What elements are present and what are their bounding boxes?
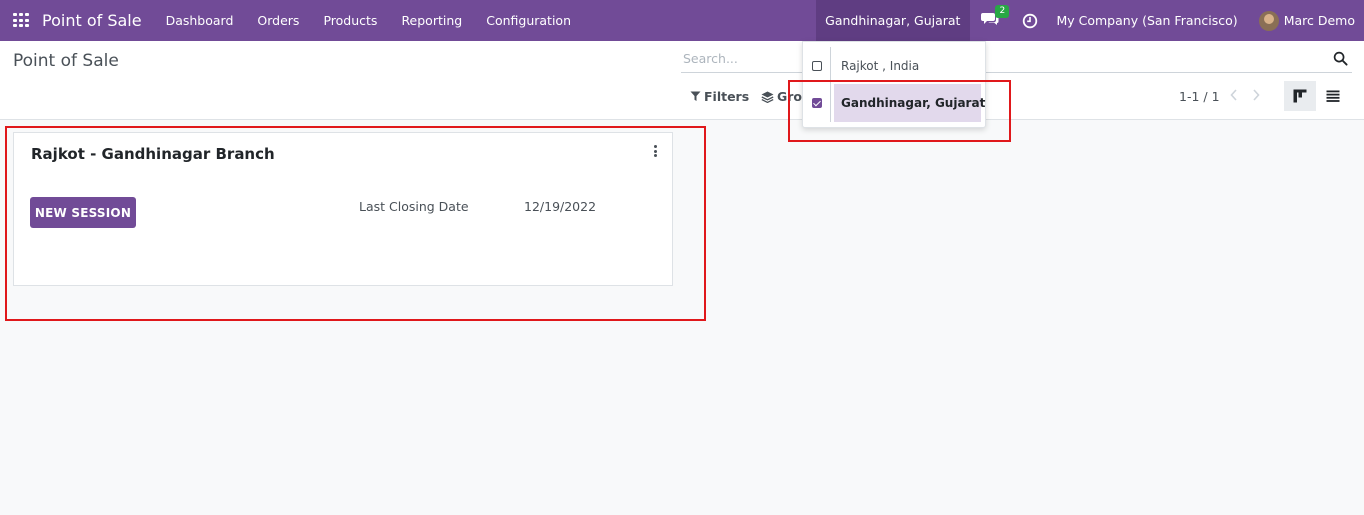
groupby-label: Gro — [777, 89, 803, 104]
pos-config-card[interactable]: Rajkot - Gandhinagar Branch NEW SESSION … — [13, 132, 673, 286]
control-panel: Point of Sale Filters Gro 1-1 / 1 — [0, 41, 1364, 120]
search-input[interactable] — [681, 46, 1301, 70]
kanban-icon — [1293, 89, 1307, 103]
branch-option-gandhinagar[interactable]: Gandhinagar, Gujarat — [803, 84, 985, 122]
menu-reporting[interactable]: Reporting — [389, 13, 474, 28]
list-icon — [1326, 90, 1340, 102]
chevron-right-icon[interactable] — [1251, 88, 1261, 102]
navbar-systray: Gandhinagar, Gujarat 2 My Company (San F… — [816, 0, 1364, 41]
messaging-menu[interactable]: 2 — [981, 4, 1010, 31]
groupby-button[interactable]: Gro — [761, 89, 802, 104]
avatar — [1258, 10, 1279, 31]
divider — [830, 47, 831, 85]
search-bar — [681, 46, 1352, 73]
message-count-badge: 2 — [995, 4, 1010, 18]
app-brand[interactable]: Point of Sale — [42, 11, 142, 30]
closing-date-label: Last Closing Date — [359, 199, 469, 214]
branch-option-rajkot[interactable]: Rajkot , India — [803, 47, 985, 85]
closing-date-value: 12/19/2022 — [524, 199, 597, 214]
checkbox-checked[interactable] — [812, 98, 822, 108]
chevron-left-icon[interactable] — [1229, 88, 1239, 102]
branch-dropdown: Rajkot , India Gandhinagar, Gujarat — [802, 41, 986, 128]
company-switcher[interactable]: My Company (San Francisco) — [1056, 13, 1237, 28]
kanban-view-button[interactable] — [1284, 81, 1316, 111]
new-session-button[interactable]: NEW SESSION — [30, 197, 136, 228]
layers-icon — [761, 91, 774, 103]
kebab-menu-icon[interactable] — [651, 144, 659, 158]
clock-icon — [1023, 13, 1038, 28]
card-title: Rajkot - Gandhinagar Branch — [31, 145, 275, 163]
activity-menu[interactable] — [1022, 13, 1038, 29]
apps-menu-icon[interactable] — [13, 13, 30, 28]
branch-switcher[interactable]: Gandhinagar, Gujarat — [816, 0, 971, 41]
filter-icon — [690, 91, 701, 101]
user-name: Marc Demo — [1283, 13, 1355, 28]
list-view-button[interactable] — [1318, 81, 1348, 111]
divider — [830, 84, 831, 122]
breadcrumb[interactable]: Point of Sale — [13, 51, 119, 71]
user-menu[interactable]: Marc Demo — [1258, 10, 1355, 31]
filters-label: Filters — [704, 89, 750, 104]
branch-option-label: Gandhinagar, Gujarat — [841, 96, 986, 110]
pager-value[interactable]: 1-1 / 1 — [1179, 89, 1220, 104]
top-navbar: Point of Sale Dashboard Orders Products … — [0, 0, 1364, 41]
menu-configuration[interactable]: Configuration — [474, 13, 583, 28]
menu-dashboard[interactable]: Dashboard — [154, 13, 246, 28]
checkbox[interactable] — [812, 61, 822, 71]
menu-products[interactable]: Products — [311, 13, 389, 28]
menu-orders[interactable]: Orders — [245, 13, 311, 28]
search-icon[interactable] — [1333, 51, 1348, 66]
filters-button[interactable]: Filters — [690, 89, 749, 104]
branch-option-label: Rajkot , India — [841, 59, 920, 73]
